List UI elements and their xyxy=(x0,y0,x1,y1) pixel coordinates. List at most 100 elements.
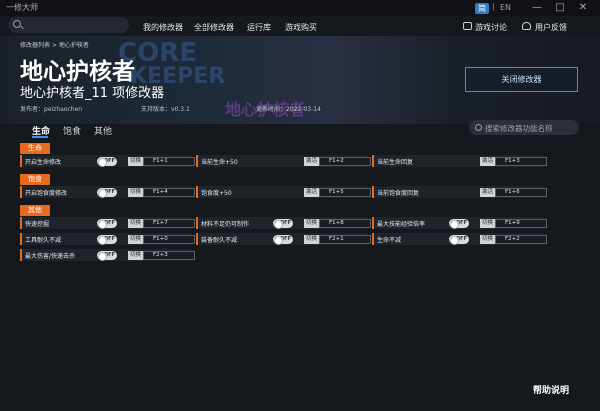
tab-satiety[interactable]: 饱食 xyxy=(63,124,81,137)
switch-button[interactable]: 切换 xyxy=(128,156,143,166)
nav-my-trainers[interactable]: 我的修改器 xyxy=(143,22,183,33)
switch-button[interactable]: 切换 xyxy=(480,234,495,244)
publisher-value: peizhaochen xyxy=(44,106,83,113)
nav-all-trainers[interactable]: 全部修改器 xyxy=(194,22,234,33)
switch-button[interactable]: 切换 xyxy=(304,234,319,244)
tab-other[interactable]: 其他 xyxy=(94,124,112,137)
version-info: 支持版本：v0.3.1 xyxy=(141,104,190,113)
section-label: 饱食 xyxy=(20,174,50,185)
hotkey-field[interactable]: F2+1 xyxy=(319,234,371,244)
mod-row: 生命不减 OFF 切换 F2+2 xyxy=(372,233,547,245)
user-feedback-link[interactable]: 用户反馈 xyxy=(535,22,567,33)
hotkey-field[interactable]: F1+4 xyxy=(143,187,195,197)
search-icon xyxy=(475,124,482,131)
close-trainer-button[interactable]: 关闭修改器 xyxy=(465,67,578,92)
hotkey-field[interactable]: F1+0 xyxy=(143,234,195,244)
mod-toggle[interactable]: OFF xyxy=(97,218,117,229)
mod-row: 开启生命修改 OFF 切换 F1+1 xyxy=(20,155,195,167)
section-label: 生命 xyxy=(20,143,50,154)
publisher-label: 发布者： xyxy=(20,106,45,113)
mod-toggle[interactable]: OFF xyxy=(97,234,117,245)
tab-active-indicator xyxy=(32,136,48,138)
updated-value: 2022-03-14 xyxy=(286,106,321,113)
help-link[interactable]: 帮助说明 xyxy=(533,383,569,396)
mod-toggle[interactable]: OFF xyxy=(97,187,117,198)
mod-row: 工具耐久不减 OFF 切换 F1+0 xyxy=(20,233,195,245)
updated-label: 更新时间： xyxy=(256,106,287,113)
hotkey-field[interactable]: F1+3 xyxy=(495,156,547,166)
mod-label: 饱食度+50 xyxy=(201,190,232,197)
game-discussion-link[interactable]: 游戏讨论 xyxy=(475,22,507,33)
mod-row: 当前生命+50 激活 F1+2 xyxy=(196,155,371,167)
switch-button[interactable]: 切换 xyxy=(128,234,143,244)
language-chinese-button[interactable]: 简 xyxy=(475,3,489,14)
app-title: 一修大师 xyxy=(6,3,38,12)
hotkey-field[interactable]: F1+5 xyxy=(319,187,371,197)
activate-button[interactable]: 激活 xyxy=(480,156,495,166)
mod-label: 材料不足仍可制作 xyxy=(201,221,250,228)
mod-toggle[interactable]: OFF xyxy=(273,234,293,245)
minimize-button[interactable]: — xyxy=(528,0,546,16)
version-label: 支持版本： xyxy=(141,106,172,113)
hotkey-field[interactable]: F2+2 xyxy=(495,234,547,244)
mod-label: 开启生命修改 xyxy=(25,159,62,166)
mod-label: 最大伤害/快速击杀 xyxy=(25,253,76,260)
switch-button[interactable]: 切换 xyxy=(480,218,495,228)
search-icon xyxy=(13,20,21,28)
mod-label: 最大技能经验倍率 xyxy=(377,221,426,228)
activate-button[interactable]: 激活 xyxy=(304,156,319,166)
nav-game-purchase[interactable]: 游戏购买 xyxy=(285,22,317,33)
language-english-button[interactable]: EN xyxy=(500,3,511,12)
user-icon xyxy=(522,22,531,30)
page-title: 地心护核者 xyxy=(20,59,135,85)
mod-search-placeholder: 搜索修改器功能名称 xyxy=(485,124,553,133)
nav-runtime-libraries[interactable]: 运行库 xyxy=(247,22,271,33)
update-info: 更新时间：2022-03-14 xyxy=(256,104,321,113)
mod-row: 饱食度+50 激活 F1+5 xyxy=(196,186,371,198)
language-separator: | xyxy=(492,2,495,11)
mod-toggle[interactable]: OFF xyxy=(273,218,293,229)
mod-label: 当前生命+50 xyxy=(201,159,238,166)
mod-row: 最大伤害/快速击杀 OFF 切换 F2+3 xyxy=(20,249,195,261)
switch-button[interactable]: 切换 xyxy=(128,187,143,197)
hotkey-field[interactable]: F1+6 xyxy=(495,187,547,197)
hotkey-field[interactable]: F1+8 xyxy=(319,218,371,228)
close-button[interactable]: ✕ xyxy=(574,0,592,16)
section-label: 其他 xyxy=(20,205,50,216)
hotkey-field[interactable]: F1+7 xyxy=(143,218,195,228)
mod-label: 装备耐久不减 xyxy=(201,237,238,244)
hotkey-field[interactable]: F2+3 xyxy=(143,250,195,260)
mod-label: 当前生命回复 xyxy=(377,159,414,166)
chat-icon xyxy=(463,22,472,30)
hotkey-field[interactable]: F1+9 xyxy=(495,218,547,228)
mod-row: 快速挖掘 OFF 切换 F1+7 xyxy=(20,217,195,229)
mod-label: 当前饱食度回复 xyxy=(377,190,420,197)
mod-toggle[interactable]: OFF xyxy=(97,250,117,261)
mod-row: 开启饱食度修改 OFF 切换 F1+4 xyxy=(20,186,195,198)
mod-toggle[interactable]: OFF xyxy=(97,156,117,167)
mod-label: 开启饱食度修改 xyxy=(25,190,68,197)
hotkey-field[interactable]: F1+1 xyxy=(143,156,195,166)
publisher-info: 发布者：peizhaochen xyxy=(20,104,82,113)
switch-button[interactable]: 切换 xyxy=(304,218,319,228)
version-value: v0.3.1 xyxy=(171,106,190,113)
trainer-name: 地心护核者_11 项修改器 xyxy=(20,86,165,101)
activate-button[interactable]: 激活 xyxy=(304,187,319,197)
mod-toggle[interactable]: OFF xyxy=(449,218,469,229)
switch-button[interactable]: 切换 xyxy=(128,250,143,260)
breadcrumb[interactable]: 修改器列表 > 地心护核者 xyxy=(20,40,89,49)
maximize-button[interactable]: □ xyxy=(551,0,569,16)
mod-label: 工具耐久不减 xyxy=(25,237,62,244)
global-search-input[interactable] xyxy=(8,17,129,33)
mod-row: 当前生命回复 激活 F1+3 xyxy=(372,155,547,167)
mod-label: 生命不减 xyxy=(377,237,402,244)
mod-row: 最大技能经验倍率 OFF 切换 F1+9 xyxy=(372,217,547,229)
activate-button[interactable]: 激活 xyxy=(480,187,495,197)
mod-row: 材料不足仍可制作 OFF 切换 F1+8 xyxy=(196,217,371,229)
mod-row: 装备耐久不减 OFF 切换 F2+1 xyxy=(196,233,371,245)
switch-button[interactable]: 切换 xyxy=(128,218,143,228)
mod-toggle[interactable]: OFF xyxy=(449,234,469,245)
mod-row: 当前饱食度回复 激活 F1+6 xyxy=(372,186,547,198)
hotkey-field[interactable]: F1+2 xyxy=(319,156,371,166)
mod-label: 快速挖掘 xyxy=(25,221,50,228)
